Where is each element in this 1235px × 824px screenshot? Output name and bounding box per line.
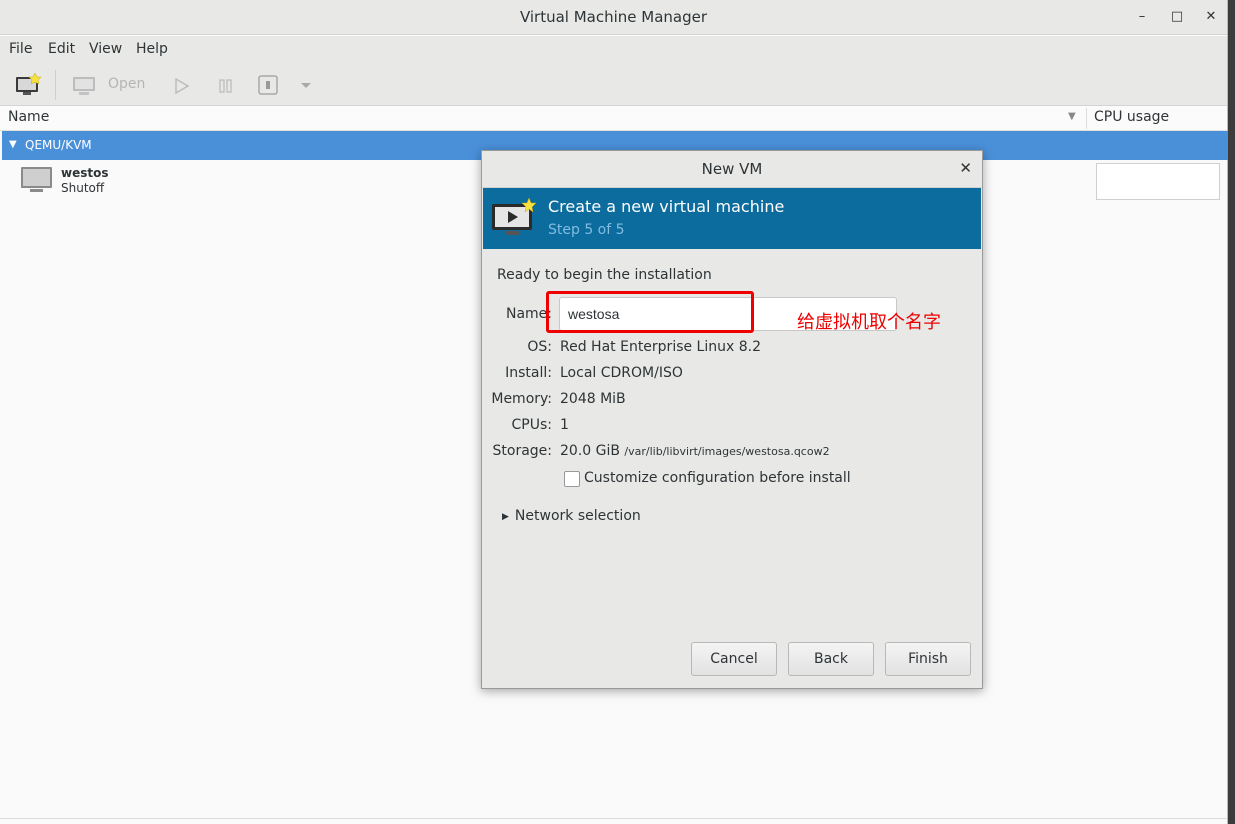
back-button[interactable]: Back <box>788 642 874 676</box>
highlight-box <box>546 291 754 333</box>
vm-monitor-icon <box>21 167 52 192</box>
os-value: Red Hat Enterprise Linux 8.2 <box>560 339 761 355</box>
column-header: Name ▼ CPU usage <box>0 106 1227 131</box>
cpus-label: CPUs: <box>511 417 552 433</box>
play-icon[interactable] <box>174 78 190 94</box>
minimize-icon[interactable]: – <box>1133 8 1151 26</box>
expand-icon[interactable]: ▼ <box>9 139 17 150</box>
new-vm-banner-icon <box>492 198 537 235</box>
ready-text: Ready to begin the installation <box>497 267 712 283</box>
menu-view[interactable]: View <box>89 41 122 57</box>
os-label: OS: <box>527 339 552 355</box>
monitor-icon[interactable] <box>72 76 96 96</box>
connection-label: QEMU/KVM <box>25 138 92 152</box>
customize-label[interactable]: Customize configuration before install <box>584 470 851 486</box>
storage-path: /var/lib/libvirt/images/westosa.qcow2 <box>624 445 830 458</box>
vm-name: westos <box>61 166 109 180</box>
install-label: Install: <box>505 365 552 381</box>
cpus-value: 1 <box>560 417 569 433</box>
network-label: Network selection <box>514 508 641 524</box>
status-strip <box>0 818 1227 824</box>
expander-arrow-icon: ▶ <box>502 512 509 522</box>
annotation-text: 给虚拟机取个名字 <box>797 312 941 333</box>
menu-edit[interactable]: Edit <box>48 41 75 57</box>
customize-checkbox[interactable] <box>564 471 580 487</box>
dialog-close-icon[interactable]: ✕ <box>959 159 972 177</box>
column-divider <box>1086 108 1087 129</box>
close-icon[interactable]: ✕ <box>1202 8 1220 26</box>
storage-label: Storage: <box>492 443 553 459</box>
storage-value: 20.0 GiB /var/lib/libvirt/images/westosa… <box>560 443 830 459</box>
vm-status: Shutoff <box>61 181 105 195</box>
wizard-banner: Create a new virtual machine Step 5 of 5 <box>483 188 981 249</box>
new-vm-icon[interactable] <box>14 72 42 98</box>
pause-icon[interactable] <box>218 78 234 94</box>
memory-value: 2048 MiB <box>560 391 626 407</box>
cancel-button[interactable]: Cancel <box>691 642 777 676</box>
chevron-down-icon[interactable] <box>300 82 312 90</box>
dialog-title-bar: New VM ✕ <box>482 151 982 188</box>
title-bar: Virtual Machine Manager – □ ✕ <box>0 0 1227 35</box>
wizard-step: Step 5 of 5 <box>548 222 625 238</box>
finish-button[interactable]: Finish <box>885 642 971 676</box>
dialog-title: New VM <box>701 160 763 178</box>
window-title: Virtual Machine Manager <box>519 8 708 26</box>
toolbar: Open <box>0 64 1227 106</box>
storage-size: 20.0 GiB <box>560 443 620 459</box>
name-label: Name: <box>505 306 552 322</box>
memory-label: Memory: <box>491 391 552 407</box>
cpu-usage-graph <box>1096 163 1220 200</box>
vm-list-item[interactable]: westos Shutoff <box>20 165 109 199</box>
name-column-header[interactable]: Name <box>8 109 49 125</box>
wizard-heading: Create a new virtual machine <box>548 197 785 216</box>
sort-icon[interactable]: ▼ <box>1068 111 1076 122</box>
menu-bar: File Edit View Help <box>0 36 1227 64</box>
maximize-icon[interactable]: □ <box>1168 8 1186 26</box>
power-icon[interactable] <box>258 75 278 95</box>
cpu-column-header[interactable]: CPU usage <box>1094 109 1169 125</box>
menu-help[interactable]: Help <box>136 41 168 57</box>
new-vm-dialog: New VM ✕ Create a new virtual machine St… <box>481 150 983 689</box>
open-button[interactable]: Open <box>108 76 145 92</box>
network-expander[interactable]: ▶ Network selection <box>502 508 641 524</box>
toolbar-separator <box>55 70 56 100</box>
menu-file[interactable]: File <box>9 41 32 57</box>
install-value: Local CDROM/ISO <box>560 365 683 381</box>
